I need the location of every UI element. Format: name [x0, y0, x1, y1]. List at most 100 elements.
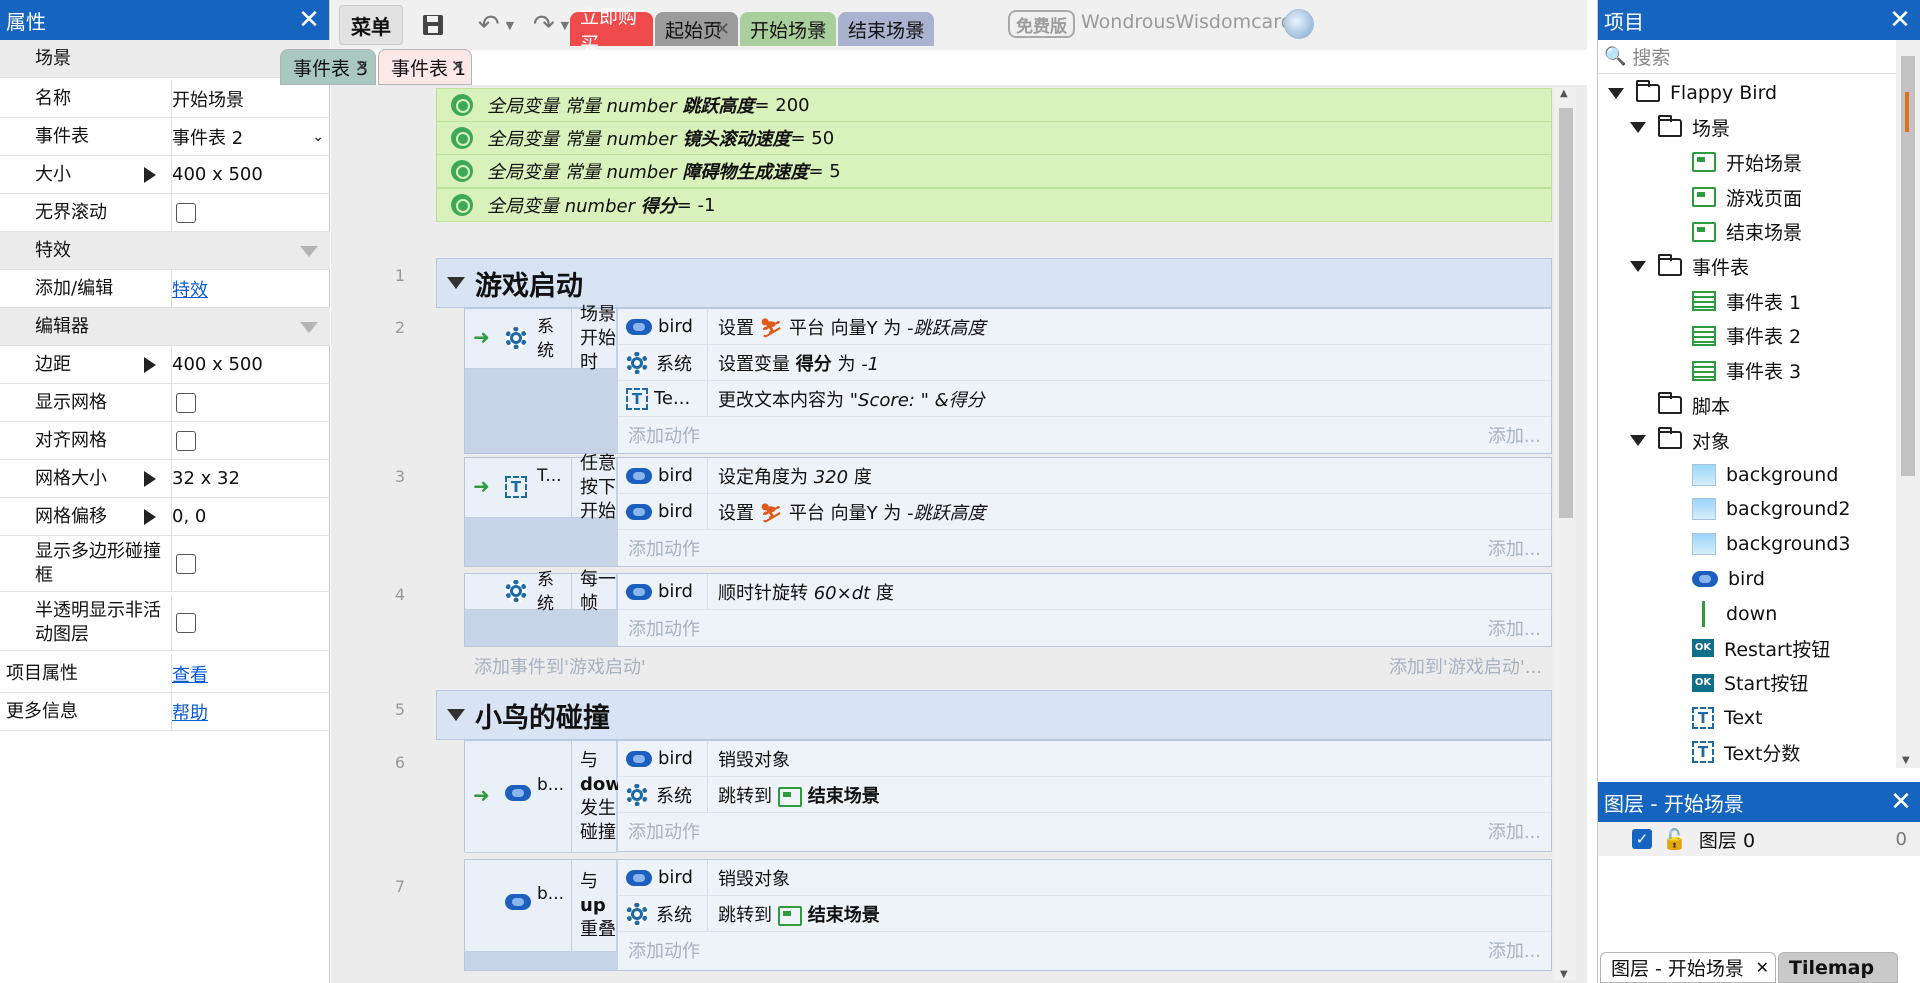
tree-item[interactable]: background3	[1692, 527, 1850, 561]
tree-item[interactable]: 脚本	[1630, 388, 1730, 422]
event-block[interactable]: ➜ T T... 任意按下开始 bird 设定角度为 320 度 bird 设置 ⛷ …	[464, 453, 1552, 567]
expand-icon[interactable]	[1630, 122, 1646, 134]
property-link[interactable]: 查看	[172, 661, 208, 687]
project-search[interactable]: 🔍 搜索	[1598, 40, 1898, 74]
event-tab-1[interactable]: 事件表 1 ✕	[378, 49, 472, 85]
add-event-more[interactable]: 添加到'游戏启动'...	[1389, 653, 1542, 679]
tree-item[interactable]: 场景	[1630, 111, 1730, 145]
value-text[interactable]: 32 x 32	[172, 468, 240, 489]
close-icon[interactable]: ✕	[1881, 782, 1920, 822]
event-group-bird-collision[interactable]: 小鸟的碰撞	[436, 690, 1552, 740]
tree-item[interactable]: 事件表 1	[1692, 284, 1801, 318]
close-icon[interactable]: ✕	[355, 57, 369, 77]
value-text[interactable]: 400 x 500	[172, 164, 263, 185]
value-text[interactable]: 开始场景	[172, 86, 244, 112]
add-action-row[interactable]: 添加动作 添加...	[618, 610, 1551, 646]
value-text[interactable]: 400 x 500	[172, 354, 263, 375]
lock-icon[interactable]: 🔓	[1662, 827, 1687, 851]
add-action-link[interactable]: 添加动作	[628, 422, 700, 448]
event-condition[interactable]: ➜ 系统 场景开始时	[465, 304, 617, 373]
add-action-row[interactable]: 添加动作 添加...	[618, 417, 1551, 453]
property-link[interactable]: 帮助	[172, 699, 208, 725]
event-block[interactable]: ➜ 系统 场景开始时 bird 设置 ⛷ 平台 向量Y 为 -跳跃高度 系统 设置变…	[464, 304, 1552, 454]
collapse-icon[interactable]	[447, 709, 465, 721]
property-checkbox[interactable]	[176, 612, 196, 633]
collapse-icon[interactable]	[447, 277, 465, 289]
add-action-more[interactable]: 添加...	[1488, 937, 1541, 963]
condition-text[interactable]: 与 down 发生碰撞	[571, 741, 635, 853]
tree-item[interactable]: 结束场景	[1692, 215, 1802, 249]
add-action-link[interactable]: 添加动作	[628, 937, 700, 963]
property-row[interactable]: 特效	[0, 232, 330, 270]
property-checkbox[interactable]	[176, 392, 196, 413]
event-condition[interactable]: ➜ b... 与 down 发生碰撞	[465, 741, 635, 853]
add-action-row[interactable]: 添加动作 添加...	[618, 530, 1551, 566]
property-value[interactable]: 32 x 32	[171, 460, 330, 497]
event-block[interactable]: b... 与 up 重叠 bird 销毁对象 系统 跳转到 结束场景 添加动作 添加...	[464, 859, 1552, 971]
condition-text[interactable]: 与 up 重叠	[571, 860, 621, 952]
tree-item[interactable]: background	[1692, 458, 1838, 492]
tree-item[interactable]: bird	[1692, 562, 1765, 596]
expand-icon[interactable]	[1608, 87, 1624, 99]
tab-1[interactable]: 起始页 ✕	[655, 12, 738, 46]
scrollbar-thumb[interactable]	[1559, 108, 1573, 518]
event-condition[interactable]: 系统 每一帧	[465, 569, 617, 614]
action-row[interactable]: T Te... 更改文本内容为 "Score: " &得分	[618, 381, 1551, 417]
collapse-icon[interactable]	[300, 246, 318, 257]
action-row[interactable]: bird 设定角度为 320 度	[618, 458, 1551, 494]
property-checkbox[interactable]	[176, 202, 196, 223]
expand-icon[interactable]	[144, 471, 156, 487]
value-select[interactable]: 事件表 2	[172, 124, 243, 150]
close-icon[interactable]: ✕	[813, 19, 828, 40]
user-avatar[interactable]	[1284, 9, 1314, 39]
action-row[interactable]: bird 销毁对象	[618, 741, 1551, 777]
tab-layers[interactable]: 图层 - 开始场景 ✕	[1600, 952, 1776, 983]
tree-item[interactable]: T Text分数	[1692, 735, 1800, 769]
scroll-down-icon[interactable]: ▼	[1560, 969, 1568, 980]
expand-icon[interactable]	[1630, 261, 1646, 272]
event-sheet-scrollbar[interactable]: ▲ ▼	[1554, 88, 1576, 980]
action-row[interactable]: 系统 设置变量 得分 为 -1	[618, 345, 1551, 381]
tree-item[interactable]: 游戏页面	[1692, 180, 1802, 214]
project-scrollbar[interactable]: ▼	[1896, 40, 1920, 768]
expand-icon[interactable]	[144, 509, 156, 525]
property-value[interactable]: 400 x 500	[171, 156, 330, 193]
tree-item[interactable]: Flappy Bird	[1608, 76, 1777, 110]
user-name[interactable]: WondrousWisdomcard	[1081, 11, 1293, 33]
add-action-more[interactable]: 添加...	[1488, 422, 1541, 448]
global-variable-row[interactable]: 全局变量 常量 number 障碍物生成速度 = 5	[436, 154, 1552, 188]
event-condition[interactable]: ➜ T T... 任意按下开始	[465, 453, 617, 522]
layer-visible-checkbox[interactable]: ✓	[1632, 829, 1652, 849]
collapse-icon[interactable]	[300, 322, 318, 333]
action-row[interactable]: bird 设置 ⛷ 平台 向量Y 为 -跳跃高度	[618, 309, 1551, 345]
global-variable-row[interactable]: 全局变量 常量 number 镜头滚动速度 = 50	[436, 121, 1552, 155]
value-text[interactable]: 0, 0	[172, 506, 206, 527]
tab-0[interactable]: 立即购买	[570, 6, 653, 55]
menu-button[interactable]: 菜单	[339, 5, 403, 45]
action-row[interactable]: 系统 跳转到 结束场景	[618, 777, 1551, 813]
tab-2[interactable]: 开始场景 ✕	[740, 12, 836, 46]
tree-item[interactable]: background2	[1692, 492, 1850, 526]
event-condition[interactable]: b... 与 up 重叠	[465, 860, 617, 952]
property-value[interactable]: 0, 0	[171, 498, 330, 535]
expand-icon[interactable]	[1630, 434, 1646, 446]
action-row[interactable]: 系统 跳转到 结束场景	[618, 896, 1551, 932]
tree-item[interactable]: 事件表 2	[1692, 319, 1801, 353]
close-icon[interactable]: ✕	[451, 57, 465, 77]
save-icon[interactable]	[413, 5, 453, 45]
property-value[interactable]: 查看	[171, 655, 330, 692]
add-event-link[interactable]: 添加事件到'游戏启动'	[474, 653, 646, 679]
property-value[interactable]	[171, 422, 330, 459]
property-value[interactable]	[171, 536, 330, 591]
add-action-link[interactable]: 添加动作	[628, 615, 700, 641]
tab-tilemap[interactable]: Tilemap	[1778, 952, 1898, 983]
add-action-link[interactable]: 添加动作	[628, 535, 700, 561]
tree-item[interactable]: 对象	[1630, 423, 1730, 457]
chevron-down-icon[interactable]: ⌄	[312, 129, 324, 145]
event-tab-0[interactable]: 事件表 3 ✕	[280, 49, 376, 85]
property-value[interactable]: 事件表 2 ⌄	[171, 118, 330, 155]
tree-item[interactable]: 事件表 3	[1692, 354, 1801, 388]
property-value[interactable]: 开始场景	[171, 80, 330, 117]
event-block[interactable]: ➜ b... 与 down 发生碰撞 bird 销毁对象 系统 跳转到 结束场景 添加动作…	[464, 740, 1552, 853]
add-action-row[interactable]: 添加动作 添加...	[618, 813, 1551, 849]
